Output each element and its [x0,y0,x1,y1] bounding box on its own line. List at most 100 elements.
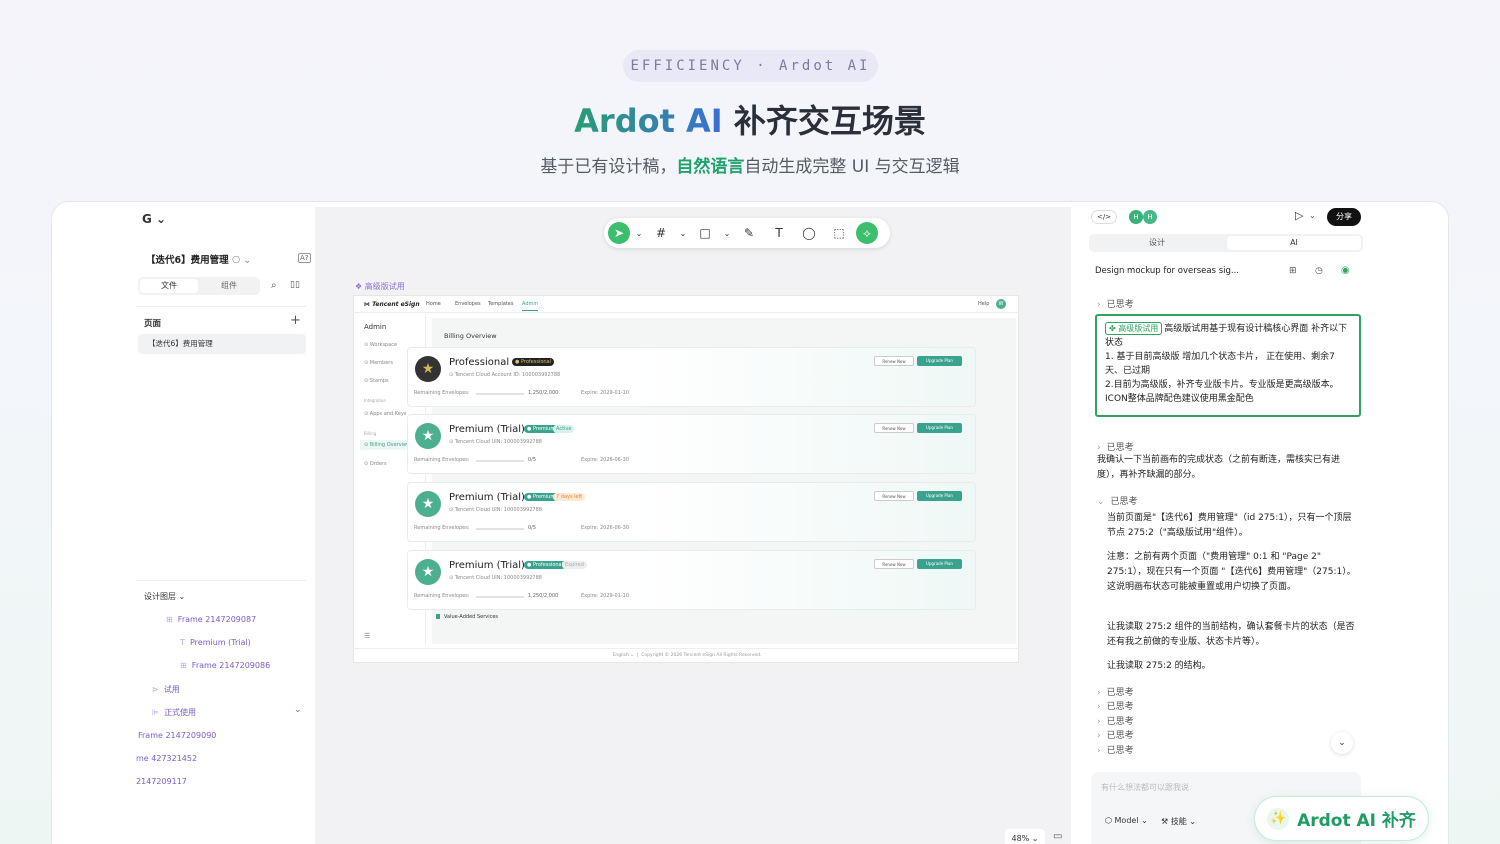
remaining-value: 0/5 [528,525,537,531]
text-tool-icon[interactable]: T [766,222,792,244]
comment-tool-icon[interactable]: ◯ [796,222,822,244]
skill-select[interactable]: ⚒ 技能 ⌄ [1161,816,1196,827]
pen-tool-icon[interactable]: ✎ [736,222,762,244]
status-badge: 7 days left [553,493,586,501]
nav-admin[interactable]: Admin [522,301,538,311]
sidebar-title: Admin [364,323,387,331]
tab-design[interactable]: 设计 [1091,236,1223,250]
usage-bar [476,596,524,598]
sidebar-item-workspace[interactable]: ⊙ Workspace [364,342,397,348]
chevron-down-icon[interactable]: ⌄ [722,222,732,244]
thinking-toggle[interactable]: › 已思考 [1097,685,1140,698]
layer-item[interactable]: Frame 2147209090 [138,731,216,740]
avatar[interactable]: H [1143,210,1157,224]
account-id: ⊙ Tencent Cloud UIN: 100003992788 [449,575,542,581]
lang-select[interactable]: English [613,653,629,658]
user-prompt-card: ✤ 高级版试用 高级版试用基于现有设计稿核心界面 补齐以下状态 1. 基于目前高级… [1095,314,1361,417]
thinking-toggle[interactable]: › 已思考 [1097,728,1140,741]
scroll-down-button[interactable]: ⌄ [1331,732,1353,754]
history-icon[interactable]: ◷ [1315,266,1323,276]
tab-components[interactable]: 组件 [200,279,258,293]
layer-item[interactable]: T Premium (Trial) [180,638,251,647]
ardot-ai-fill-button[interactable]: ✨ Ardot AI 补齐 [1254,796,1429,841]
code-icon[interactable]: </> [1091,210,1117,224]
play-icon[interactable]: ▷ [1295,209,1303,222]
expire-date: Expire: 2029-01-10 [581,593,630,599]
renew-button[interactable]: Renew Now [874,559,914,569]
hero-pill: EFFICIENCY · Ardot AI [623,50,878,82]
thinking-toggle[interactable]: › 已思考 [1097,440,1140,453]
page-item[interactable]: 【迭代6】费用管理 [138,334,306,354]
chevron-down-icon[interactable]: ⌄ [294,705,302,715]
new-chat-icon[interactable]: ⊞ [1289,266,1297,276]
renew-button[interactable]: Renew Now [874,491,914,501]
layer-item[interactable]: me 427321452 [136,754,197,763]
crop-tool-icon[interactable]: ⬚ [826,222,852,244]
thinking-toggle[interactable]: › 已思考 [1097,297,1140,310]
move-tool-icon[interactable]: ➤ [608,222,630,244]
expire-date: Expire: 2026-06-30 [581,457,630,463]
design-canvas[interactable]: ➤ ⌄ # ⌄ □ ⌄ ✎ T ◯ ⬚ ⟡ ❖ 高级版试用 ⋈ Tencent eSi… [315,207,1071,844]
layer-item[interactable]: ⊞ Frame 2147209087 [166,615,256,624]
ai-toggle-icon[interactable]: A? [298,253,311,263]
nav-home[interactable]: Home [426,301,441,307]
tab-ai[interactable]: AI [1227,236,1361,250]
ai-panel: </> H H ▷ ⌄ 分享 设计 AI Design mockup for o… [1085,202,1375,844]
project-title[interactable]: 【迭代6】费用管理 ⎔ ⌄ [146,252,251,266]
chevron-down-icon[interactable]: ⌄ [678,222,688,244]
renew-button[interactable]: Renew Now [874,423,914,433]
thinking-toggle[interactable]: › 已思考 [1097,714,1140,727]
chevron-down-icon[interactable]: ⌄ [634,222,644,244]
usage-bar [476,528,524,530]
sidebar-item-orders[interactable]: ⊙ Orders [364,461,387,467]
sidebar-item-members[interactable]: ⊙ Members [364,360,393,366]
layers-label[interactable]: 设计图层 ⌄ [144,591,185,602]
search-icon[interactable]: ⌕ [271,280,277,291]
plan-badge: ● Professional [512,358,555,366]
thinking-toggle[interactable]: ⌄ 已思考 [1097,494,1144,507]
add-page-icon[interactable]: + [290,313,301,328]
upgrade-button[interactable]: Upgrade Plan [917,491,962,501]
plan-card: ★ Premium (Trial) ● Premium 7 days left … [407,482,976,542]
model-select[interactable]: ⬡ Model ⌄ [1105,816,1148,825]
ai-tool-icon[interactable]: ⟡ [856,222,878,244]
thinking-toggle[interactable]: › 已思考 [1097,699,1140,712]
chat-input[interactable]: 有什么想法都可以跟我说 [1101,782,1189,793]
nav-templates[interactable]: Templates [488,301,513,307]
chevron-down-icon[interactable]: ⌄ [1309,211,1316,220]
frame-label[interactable]: ❖ 高级版试用 [355,281,405,292]
plan-card: ★ Premium (Trial) ● Professional Expired… [407,550,976,610]
share-button[interactable]: 分享 [1327,208,1361,226]
nav-help[interactable]: Help [978,301,989,307]
nav-envelopes[interactable]: Envelopes [455,301,481,307]
upgrade-button[interactable]: Upgrade Plan [917,356,962,366]
layer-item[interactable]: ⊳ 试用 [152,684,180,695]
brand-logo: ⋈ Tencent eSign [364,301,420,308]
app-logo-icon[interactable]: G ⌄ [142,212,166,226]
renew-button[interactable]: Renew Now [874,356,914,366]
frame-tool-icon[interactable]: # [648,222,674,244]
collapse-icon[interactable]: ☰ [364,632,370,640]
app-nav: ⋈ Tencent eSign Home Envelopes Templates… [354,296,1020,313]
upgrade-button[interactable]: Upgrade Plan [917,559,962,569]
avatar[interactable]: W [996,299,1006,309]
sidebar-group: Integration [364,398,387,403]
frame-tag[interactable]: ✤ 高级版试用 [1105,322,1163,335]
section-title: Billing Overview [444,332,497,340]
sidebar-item-api[interactable]: ⊙ Apps and Keys [364,411,406,417]
avatar[interactable]: H [1129,210,1143,224]
tab-files[interactable]: 文件 [140,279,198,293]
layer-item[interactable]: ⊫ 正式使用 [152,707,196,718]
zoom-control[interactable]: 48% ⌄ [1005,829,1045,844]
sidebar-item-stamps[interactable]: ⊙ Stamps [364,378,389,384]
layer-item[interactable]: 2147209117 [136,777,187,786]
rectangle-tool-icon[interactable]: □ [692,222,718,244]
account-id: ⊙ Tencent Cloud UIN: 100003992788 [449,507,542,513]
upgrade-button[interactable]: Upgrade Plan [917,423,962,433]
layer-item[interactable]: ⊞ Frame 2147209086 [180,661,270,670]
sparkle-icon: ✨ [1267,807,1290,830]
book-icon[interactable]: ▯▯ [290,280,300,290]
plan-name: Premium (Trial) [449,424,525,435]
remaining-label: Remaining Envelopes: [414,525,470,531]
layout-toggle-icon[interactable]: ▭ [1053,831,1062,842]
